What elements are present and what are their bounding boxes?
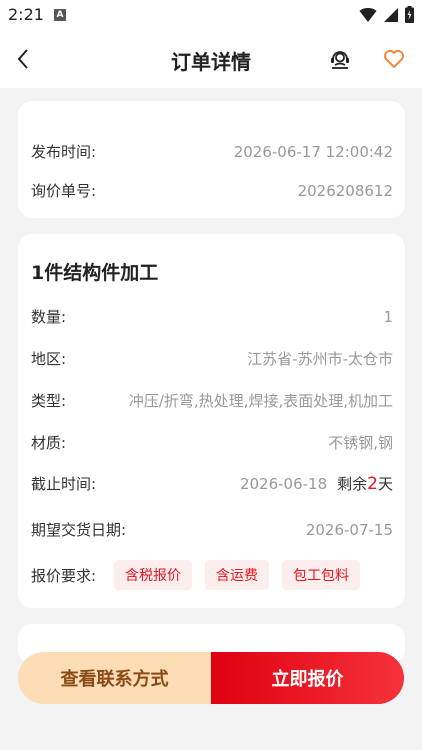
quote-tags: 含税报价 含运费 包工包料 xyxy=(114,560,360,590)
inquiry-number-label: 询价单号: xyxy=(31,182,97,200)
wifi-icon xyxy=(359,7,377,22)
quote-tag: 含运费 xyxy=(205,560,269,590)
quantity-label: 数量: xyxy=(31,308,67,326)
bottom-action-bar: 查看联系方式 立即报价 xyxy=(18,652,404,704)
publish-info-card: 发布时间: 2026-06-17 12:00:42 询价单号: 20262086… xyxy=(18,101,405,218)
region-value: 江苏省-苏州市-太仓市 xyxy=(247,350,393,368)
material-row: 材质: 不锈钢,钢 xyxy=(31,432,393,453)
delivery-date-row: 期望交货日期: 2026-07-15 xyxy=(31,519,393,540)
quantity-value: 1 xyxy=(383,307,393,326)
delivery-date-label: 期望交货日期: xyxy=(31,521,127,539)
remaining-days-number: 2 xyxy=(367,474,378,494)
order-detail-card: 1件结构件加工 数量: 1 地区: 江苏省-苏州市-太仓市 类型: 冲压/折弯,… xyxy=(18,234,405,608)
region-label: 地区: xyxy=(31,350,67,368)
publish-time-value: 2026-06-17 12:00:42 xyxy=(233,142,393,161)
status-time: 2:21 xyxy=(8,5,44,24)
view-contact-button[interactable]: 查看联系方式 xyxy=(18,652,211,704)
type-value: 冲压/折弯,热处理,焊接,表面处理,机加工 xyxy=(128,392,393,410)
deadline-value: 2026-06-18 xyxy=(239,475,328,493)
system-icons xyxy=(359,6,414,23)
quote-now-button[interactable]: 立即报价 xyxy=(211,652,404,704)
customer-service-icon[interactable] xyxy=(328,47,352,71)
publish-time-row: 发布时间: 2026-06-17 12:00:42 xyxy=(31,141,393,162)
delivery-date-value: 2026-07-15 xyxy=(305,520,393,539)
remaining-days: 剩余2天 xyxy=(337,474,393,494)
page-title: 订单详情 xyxy=(171,50,251,74)
quantity-row: 数量: 1 xyxy=(31,306,393,327)
quote-tag: 含税报价 xyxy=(114,560,192,590)
quote-requirements-label: 报价要求: xyxy=(31,567,97,585)
inquiry-number-row: 询价单号: 2026208612 xyxy=(31,180,393,201)
type-row: 类型: 冲压/折弯,热处理,焊接,表面处理,机加工 xyxy=(31,390,393,411)
material-label: 材质: xyxy=(31,434,67,452)
nav-bar: 订单详情 xyxy=(0,30,422,88)
deadline-group: 2026-06-18 剩余2天 xyxy=(240,473,393,494)
remaining-suffix: 天 xyxy=(377,475,393,493)
order-title: 1件结构件加工 xyxy=(31,262,159,284)
deadline-label: 截止时间: xyxy=(31,475,97,493)
signal-icon xyxy=(384,7,398,22)
status-bar: 2:21 A xyxy=(0,0,422,30)
remaining-prefix: 剩余 xyxy=(337,475,368,493)
notification-a-icon: A xyxy=(54,9,66,21)
inquiry-number-value: 2026208612 xyxy=(297,181,393,200)
battery-icon xyxy=(405,6,414,23)
publish-time-label: 发布时间: xyxy=(31,143,97,161)
deadline-row: 截止时间: 2026-06-18 剩余2天 xyxy=(31,473,393,494)
type-label: 类型: xyxy=(31,392,67,410)
material-value: 不锈钢,钢 xyxy=(328,434,393,452)
region-row: 地区: 江苏省-苏州市-太仓市 xyxy=(31,348,393,369)
quote-tag: 包工包料 xyxy=(282,560,360,590)
favorite-heart-icon[interactable] xyxy=(382,47,406,71)
